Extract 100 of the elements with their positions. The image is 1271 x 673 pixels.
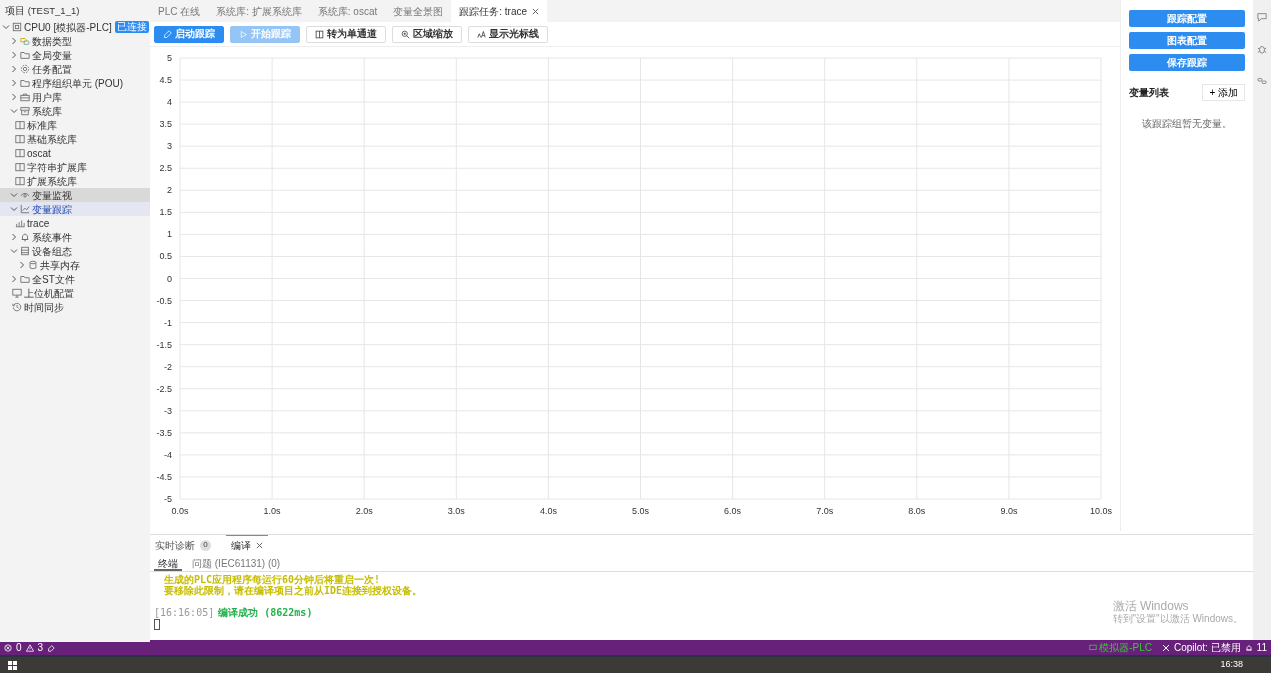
editor-tab[interactable]: 系统库: oscat: [309, 0, 386, 22]
editor-tab[interactable]: PLC 在线: [150, 0, 209, 22]
tree-item-label: 程序组织单元 (POU): [32, 77, 124, 89]
y-tick-label: -1: [164, 317, 172, 328]
bug-icon[interactable]: [1257, 44, 1267, 54]
copilot-status[interactable]: Copilot: 已禁用: [1173, 642, 1241, 653]
x-tick-label: 0.0s: [171, 506, 189, 516]
tree-item[interactable]: 系统库: [0, 104, 150, 119]
y-tick-label: 2: [167, 185, 172, 196]
timestamp: [16:16:05]: [154, 607, 215, 618]
tree-item-label: 系统事件: [32, 231, 72, 243]
chat-icon[interactable]: [1257, 12, 1267, 22]
tree-item[interactable]: 字符串扩展库: [0, 160, 150, 175]
tree-item[interactable]: 设备组态: [0, 244, 150, 259]
tree-item[interactable]: trace: [0, 216, 150, 231]
error-icon[interactable]: [4, 643, 12, 652]
tree-item[interactable]: 变量监视: [0, 188, 150, 203]
x-tick-label: 8.0s: [908, 506, 926, 516]
add-button[interactable]: + 添加: [1202, 84, 1245, 101]
y-tick-label: -3.5: [156, 427, 172, 438]
y-tick-label: 3.5: [159, 119, 172, 130]
tree-item[interactable]: 共享内存: [0, 258, 150, 273]
tree-item-label: oscat: [27, 147, 51, 159]
tree-item[interactable]: 基础系统库: [0, 132, 150, 147]
x-tick-label: 1.0s: [263, 506, 281, 516]
tree-item[interactable]: 上位机配置: [0, 286, 150, 301]
cylinder-icon: [28, 260, 38, 271]
line-chart-icon: [20, 204, 30, 215]
activation-title: 激活 Windows: [1112, 600, 1190, 613]
gear-icon: [20, 64, 30, 75]
windows-logo-icon[interactable]: [8, 660, 17, 670]
tree-item-label: 扩展系统库: [27, 175, 77, 187]
chevron-down-icon[interactable]: [10, 107, 18, 116]
tree-item[interactable]: 数据类型: [0, 34, 150, 49]
chevron-down-icon[interactable]: [10, 247, 18, 256]
tree-item-label: 用户库: [32, 91, 62, 103]
panel-tab[interactable]: 实时诊断 0: [150, 535, 216, 555]
terminal-tab[interactable]: 终端: [154, 555, 182, 571]
x-tick-label: 6.0s: [724, 506, 742, 516]
y-tick-label: 0.5: [159, 251, 172, 262]
archive-icon: [20, 106, 30, 117]
toolbar-button[interactable]: 区域缩放: [392, 25, 462, 43]
tree-item-label: CPU0 [模拟器-PLC]: [24, 21, 112, 33]
x-tick-label: 4.0s: [539, 506, 557, 516]
tree-item-label: trace: [27, 217, 50, 229]
chevron-right-icon[interactable]: [10, 233, 18, 242]
y-tick-label: -2: [164, 361, 172, 372]
play-icon: [239, 29, 248, 39]
tree-item-label: 共享内存: [40, 259, 80, 271]
y-tick-label: 3: [167, 141, 172, 152]
book-icon: [15, 176, 25, 187]
chip-icon: [12, 22, 22, 33]
book-icon: [15, 120, 25, 131]
warning-icon[interactable]: [25, 643, 34, 652]
book-icon: [15, 162, 25, 173]
editor-tab[interactable]: 变量全景图: [385, 0, 452, 22]
editor-tab[interactable]: 跟踪任务: trace: [451, 0, 548, 22]
folder-icon: [20, 78, 30, 89]
bell-icon: [20, 232, 30, 243]
editor-tab[interactable]: 系统库: 扩展系统库: [208, 0, 310, 22]
panel-tab[interactable]: 编译: [226, 535, 268, 555]
y-tick-label: -4.5: [156, 471, 172, 482]
tree-item[interactable]: 全ST文件: [0, 272, 150, 287]
terminal-tab[interactable]: 问题 (IEC61131) (0): [188, 555, 285, 571]
tree-item[interactable]: 扩展系统库: [0, 174, 150, 189]
bell-icon[interactable]: [1244, 643, 1253, 652]
zoom-icon: [401, 29, 410, 39]
terminal-line: 生成的PLC应用程序每运行60分钟后将重启一次!: [164, 574, 381, 585]
tree-item-label: 系统库: [32, 105, 62, 117]
y-tick-label: -3: [164, 405, 172, 416]
tree-item-label: 时间同步: [24, 301, 64, 313]
pen-icon: [163, 29, 172, 39]
tree-item[interactable]: oscat: [0, 146, 150, 161]
split-icon: [315, 29, 324, 39]
connection-status[interactable]: 模拟器-PLC: [1089, 642, 1152, 653]
tree-item-label: 任务配置: [32, 63, 72, 75]
tree-item[interactable]: 程序组织单元 (POU): [0, 76, 150, 91]
connection-badge: 已连接: [114, 21, 149, 34]
tree-item[interactable]: 用户库: [0, 90, 150, 105]
taskbar-clock: 16:38: [1220, 660, 1243, 670]
chevron-down-icon[interactable]: [2, 23, 10, 32]
tree-item[interactable]: 变量跟踪: [0, 202, 150, 217]
eye-icon: [20, 190, 30, 201]
tree-item-label: 字符串扩展库: [27, 161, 87, 173]
tree-item[interactable]: 系统事件: [0, 230, 150, 245]
tree-item[interactable]: 全局变量: [0, 48, 150, 63]
close-icon[interactable]: [532, 7, 540, 15]
tree-item-label: 上位机配置: [24, 287, 74, 299]
variables-title: 变量列表: [1129, 87, 1169, 98]
toolbar-button[interactable]: 转为单通道: [306, 25, 386, 43]
tree-item[interactable]: 标准库: [0, 118, 150, 133]
tree-item[interactable]: 时间同步: [0, 300, 150, 315]
tree-item[interactable]: CPU0 [模拟器-PLC] 已连接: [0, 20, 150, 35]
close-icon[interactable]: [256, 542, 263, 549]
link-icon[interactable]: [1257, 76, 1267, 86]
tree-item[interactable]: 任务配置: [0, 62, 150, 77]
y-tick-label: 1.5: [159, 207, 172, 218]
toolbar-button[interactable]: 显示光标线: [468, 25, 548, 43]
tree-item-label: 标准库: [27, 119, 57, 131]
y-tick-label: 2.5: [159, 163, 172, 174]
